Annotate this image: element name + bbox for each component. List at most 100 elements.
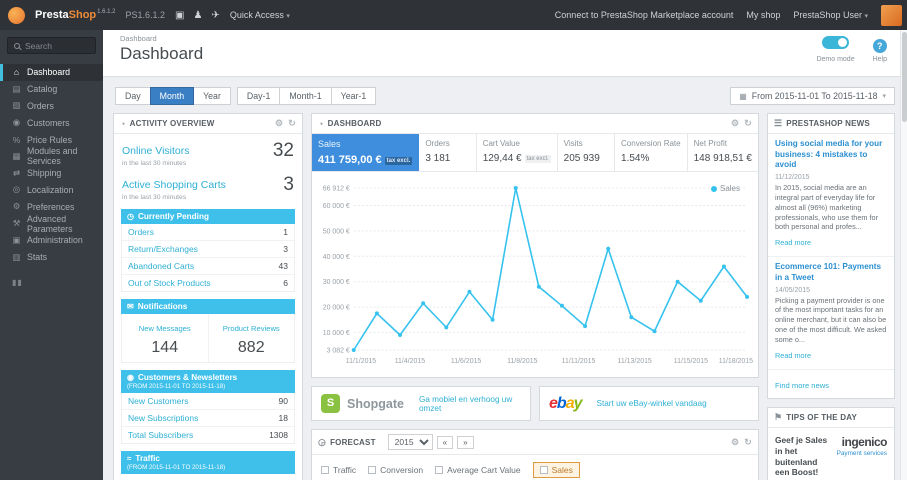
abandoned-carts-link[interactable]: Abandoned Carts bbox=[128, 261, 194, 271]
refresh-icon[interactable]: ↻ bbox=[744, 437, 752, 448]
cart-icon[interactable]: ▣ bbox=[175, 10, 184, 21]
customers-newsletters-header: ◉ Customers & Newsletters (FROM 2015-11-0… bbox=[121, 370, 295, 393]
out-of-stock-products-link[interactable]: Out of Stock Products bbox=[128, 278, 211, 288]
user-menu[interactable]: PrestaShop User ▾ bbox=[793, 10, 868, 20]
sidebar-item-label: Dashboard bbox=[27, 67, 71, 78]
modules-and-services-icon: ▦ bbox=[12, 150, 21, 161]
news-item-title-link[interactable]: Using social media for your business: 4 … bbox=[775, 139, 887, 171]
forecast-legend-average-cart-value[interactable]: Average Cart Value bbox=[435, 465, 521, 475]
sidebar-item-modules-and-services[interactable]: ▦ Modules and Services bbox=[0, 146, 103, 166]
tax-badge: tax excl. bbox=[524, 155, 551, 163]
price-rules-icon: % bbox=[12, 134, 21, 145]
date-range-picker[interactable]: ▦ From 2015-11-01 To 2015-11-18 ▾ bbox=[730, 87, 895, 105]
new-subscriptions-link[interactable]: New Subscriptions bbox=[128, 413, 198, 423]
range-button-day[interactable]: Day bbox=[115, 87, 151, 105]
orders-value: 1 bbox=[283, 227, 288, 237]
orders-icon: ▧ bbox=[12, 100, 21, 111]
refresh-icon[interactable]: ↻ bbox=[288, 118, 296, 129]
range-button-month[interactable]: Month bbox=[149, 87, 195, 105]
orders-link[interactable]: Orders bbox=[128, 227, 154, 237]
product-reviews-cell: Product Reviews 882 bbox=[209, 314, 295, 362]
sales-chart-svg[interactable]: 66 912 € 60 000 € 50 000 € 40 000 € 30 000 €… bbox=[314, 180, 756, 373]
sidebar-collapse-button[interactable]: ▮▮ bbox=[0, 278, 103, 287]
read-more-link[interactable]: Read more bbox=[775, 238, 811, 247]
stats-icon: ▥ bbox=[12, 251, 21, 262]
svg-text:11/13/2015: 11/13/2015 bbox=[618, 358, 652, 365]
prestashop-logo-icon[interactable] bbox=[8, 6, 25, 24]
range-button-year[interactable]: Year bbox=[193, 87, 231, 105]
news-item-title-link[interactable]: Ecommerce 101: Payments in a Tweet bbox=[775, 262, 887, 283]
brand-home-link[interactable]: PrestaShop1.6.1.2 bbox=[35, 9, 116, 21]
return-exchanges-link[interactable]: Return/Exchanges bbox=[128, 244, 198, 254]
kpi-cart-value[interactable]: Cart Value 129,44 € tax excl. bbox=[477, 134, 558, 171]
user-avatar[interactable] bbox=[881, 4, 902, 26]
scrollbar[interactable] bbox=[900, 30, 907, 480]
shopgate-link[interactable]: Ga mobiel en verhoog uw omzet bbox=[419, 395, 521, 413]
sidebar-item-shipping[interactable]: ⇄ Shipping bbox=[0, 165, 103, 182]
kpi-visits[interactable]: Visits 205 939 bbox=[558, 134, 616, 171]
tips-title: TIPS OF THE DAY bbox=[786, 412, 857, 422]
forecast-legend-sales[interactable]: Sales bbox=[532, 462, 580, 478]
kpi-label: Visits bbox=[563, 139, 583, 148]
range-button-year-1[interactable]: Year-1 bbox=[330, 87, 377, 105]
quick-access-menu[interactable]: Quick Access ▾ bbox=[230, 10, 290, 20]
sidebar-item-localization[interactable]: ◎ Localization bbox=[0, 182, 103, 199]
checkbox-icon bbox=[539, 466, 548, 474]
new-customers-link[interactable]: New Customers bbox=[128, 396, 188, 406]
ebay-link[interactable]: Start uw eBay-winkel vandaag bbox=[597, 399, 707, 408]
help-icon[interactable]: ? bbox=[872, 39, 887, 53]
gear-icon[interactable]: ⚙ bbox=[731, 437, 739, 448]
forecast-legend-traffic[interactable]: Traffic bbox=[321, 465, 356, 475]
search-icon bbox=[14, 42, 20, 49]
connect-marketplace-link[interactable]: Connect to PrestaShop Marketplace accoun… bbox=[555, 10, 734, 20]
online-visitors-sub: in the last 30 minutes bbox=[122, 160, 187, 167]
sidebar-item-administration[interactable]: ▣ Administration bbox=[0, 232, 103, 249]
scrollbar-thumb[interactable] bbox=[902, 32, 907, 122]
find-more-news-link[interactable]: Find more news bbox=[775, 381, 829, 390]
sidebar-item-stats[interactable]: ▥ Stats bbox=[0, 249, 103, 266]
activity-icon: ◔ bbox=[120, 118, 126, 129]
prestashop-news-panel: ☰ PRESTASHOP NEWS Using social media for… bbox=[767, 113, 895, 399]
refresh-icon[interactable]: ↻ bbox=[744, 118, 752, 129]
svg-text:3 082 €: 3 082 € bbox=[327, 347, 350, 354]
sidebar-item-customers[interactable]: ◉ Customers bbox=[0, 114, 103, 131]
dashboard-panel: ◔ DASHBOARD ⚙ ↻ Sales 411 759,00 € tax exc… bbox=[311, 113, 759, 378]
gear-icon[interactable]: ⚙ bbox=[731, 118, 739, 129]
range-button-month-1[interactable]: Month-1 bbox=[279, 87, 332, 105]
dashboard-icon: ⌂ bbox=[13, 67, 20, 78]
shipping-icon: ⇄ bbox=[12, 167, 21, 178]
send-icon[interactable]: ✈ bbox=[211, 10, 219, 21]
range-button-day-1[interactable]: Day-1 bbox=[236, 87, 281, 105]
sidebar-search-input[interactable]: Search bbox=[7, 37, 96, 54]
ebay-letter: e bbox=[549, 394, 558, 412]
demo-mode-toggle[interactable] bbox=[822, 36, 850, 49]
gear-icon[interactable]: ⚙ bbox=[275, 118, 283, 129]
help-label: Help bbox=[872, 56, 887, 63]
active-carts-stat: Active Shopping Carts in the last 30 min… bbox=[114, 168, 302, 202]
customers-icon: ◉ bbox=[12, 117, 21, 128]
shopgate-brand: Shopgate bbox=[347, 396, 404, 411]
new-messages-link[interactable]: New Messages bbox=[139, 324, 191, 333]
forecast-next-button[interactable]: » bbox=[457, 435, 474, 449]
forecast-prev-button[interactable]: « bbox=[436, 435, 454, 449]
kpi-orders[interactable]: Orders 3 181 bbox=[419, 134, 477, 171]
forecast-year-select[interactable]: 2015 bbox=[387, 434, 433, 450]
my-shop-link[interactable]: My shop bbox=[746, 10, 780, 20]
forecast-legend-label: Traffic bbox=[333, 465, 357, 475]
active-carts-link[interactable]: Active Shopping Carts bbox=[122, 179, 226, 191]
kpi-conversion-rate[interactable]: Conversion Rate 1.54% bbox=[615, 134, 688, 171]
profile-icon[interactable]: ♟ bbox=[193, 10, 202, 21]
sidebar-item-catalog[interactable]: ▤ Catalog bbox=[0, 81, 103, 98]
product-reviews-link[interactable]: Product Reviews bbox=[223, 324, 280, 333]
total-subscribers-link[interactable]: Total Subscribers bbox=[128, 430, 193, 440]
sidebar-item-orders[interactable]: ▧ Orders bbox=[0, 98, 103, 115]
chart-legend[interactable]: Sales bbox=[710, 184, 740, 193]
sidebar-item-dashboard[interactable]: ⌂ Dashboard bbox=[0, 64, 103, 81]
read-more-link[interactable]: Read more bbox=[775, 351, 811, 360]
out-of-stock-products-value: 6 bbox=[283, 278, 288, 288]
sidebar-item-advanced-parameters[interactable]: ⚒ Advanced Parameters bbox=[0, 214, 103, 234]
kpi-sales[interactable]: Sales 411 759,00 € tax excl. bbox=[312, 134, 420, 171]
online-visitors-link[interactable]: Online Visitors bbox=[122, 145, 190, 157]
kpi-net-profit[interactable]: Net Profit 148 918,51 € bbox=[688, 134, 758, 171]
forecast-legend-conversion[interactable]: Conversion bbox=[368, 465, 423, 475]
